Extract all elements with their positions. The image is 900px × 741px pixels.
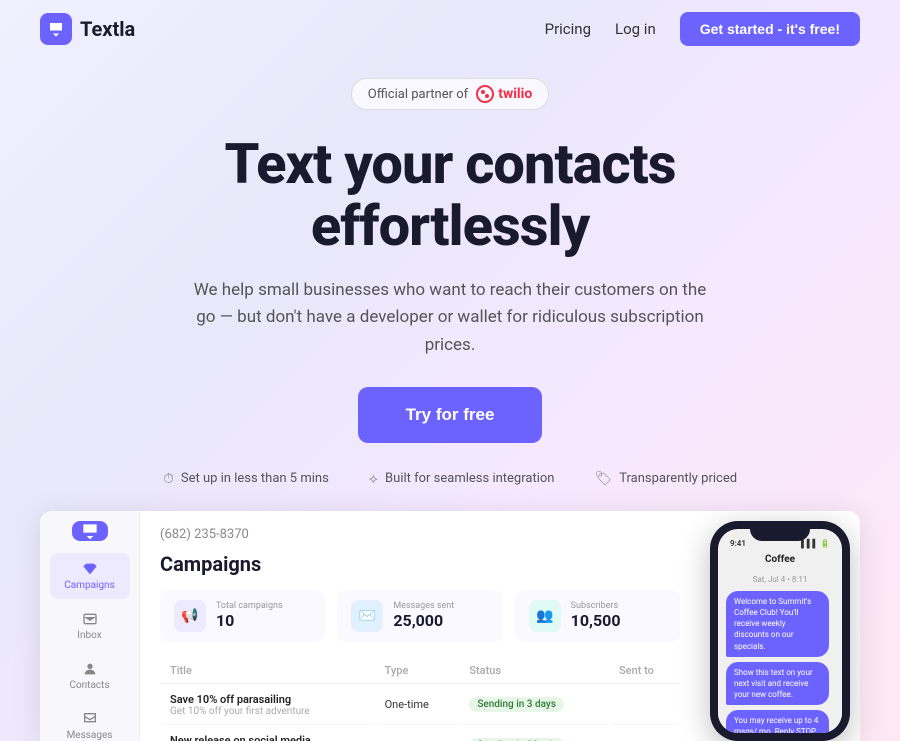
logo-icon <box>40 13 72 45</box>
row2-title: New release on social media Our new YouT… <box>162 727 375 741</box>
hero-cta-button[interactable]: Try for free <box>358 387 543 443</box>
phone-date: Sat, Jul 4 • 8:11 <box>726 575 834 584</box>
campaigns-title: Campaigns <box>160 552 680 576</box>
feature-integration: ⟡ Built for seamless integration <box>369 471 555 487</box>
dash-logo-icon <box>72 521 108 541</box>
messages-stat-icon: ✉️ <box>351 600 383 632</box>
tag-icon: 🏷 <box>594 471 612 487</box>
row1-title: Save 10% off parasailing Get 10% off you… <box>162 686 375 725</box>
sidebar-contacts-label: Contacts <box>69 680 109 691</box>
sidebar-item-inbox[interactable]: Inbox <box>50 603 130 649</box>
table-row: Save 10% off parasailing Get 10% off you… <box>162 686 678 725</box>
twilio-logo: twilio <box>476 85 532 103</box>
campaigns-stat-icon: 📢 <box>174 600 206 632</box>
hero-title: Text your contacts effortlessly <box>40 134 860 257</box>
partner-name: twilio <box>498 86 532 102</box>
hero-title-line1: Text your contacts <box>225 131 676 197</box>
chat-message-2: Show this text on your next visit and re… <box>726 662 829 706</box>
dashboard-sidebar: Campaigns Inbox Contacts Messages Keywor… <box>40 511 140 741</box>
phone-screen: 9:41 ▌▌▌ 🔋 Coffee Sat, Jul 4 • 8:11 Welc… <box>718 529 842 733</box>
stat-subscribers-info: Subscribers 10,500 <box>571 601 621 630</box>
feature-setup: ⏱ Set up in less than 5 mins <box>163 471 329 487</box>
partner-badge: Official partner of twilio <box>351 78 550 110</box>
stat-campaigns-value: 10 <box>216 611 283 630</box>
stat-messages-label: Messages sent <box>393 601 454 611</box>
table-body: Save 10% off parasailing Get 10% off you… <box>162 686 678 741</box>
twilio-circle-icon <box>476 85 494 103</box>
hero-section: Official partner of twilio Text your con… <box>0 58 900 487</box>
integration-icon: ⟡ <box>369 471 378 487</box>
logo-text: Textla <box>80 17 135 41</box>
col-title: Title <box>162 660 375 684</box>
phone-chat: Sat, Jul 4 • 8:11 Welcome to Summit's Co… <box>718 569 842 733</box>
phone-notch <box>750 529 810 541</box>
row2-type: Recurring <box>377 727 460 741</box>
sidebar-item-messages[interactable]: Messages <box>50 703 130 741</box>
stat-subscribers-value: 10,500 <box>571 611 621 630</box>
clock-icon: ⏱ <box>163 471 174 487</box>
phone-mockup: 9:41 ▌▌▌ 🔋 Coffee Sat, Jul 4 • 8:11 Welc… <box>700 511 860 741</box>
phone-number: (682) 235-8370 <box>160 527 680 542</box>
partner-prefix: Official partner of <box>368 87 468 102</box>
row2-status: Sending in 30 min <box>461 727 609 741</box>
col-type: Type <box>377 660 460 684</box>
nav-cta-button[interactable]: Get started - it's free! <box>680 12 860 46</box>
phone-outer: 9:41 ▌▌▌ 🔋 Coffee Sat, Jul 4 • 8:11 Welc… <box>710 521 850 741</box>
feature-setup-label: Set up in less than 5 mins <box>181 471 329 486</box>
row2-sent-to: 18,100 <box>611 727 678 741</box>
col-sent-to: Sent to <box>611 660 678 684</box>
sidebar-inbox-label: Inbox <box>77 630 101 641</box>
campaigns-table: Title Type Status Sent to Save 10% off p… <box>160 658 680 741</box>
table-row: New release on social media Our new YouT… <box>162 727 678 741</box>
phone-chat-name: Coffee <box>718 552 842 569</box>
feature-pricing: 🏷 Transparently priced <box>594 471 737 487</box>
sidebar-item-contacts[interactable]: Contacts <box>50 653 130 699</box>
dashboard-main: (682) 235-8370 Campaigns 📢 Total campaig… <box>140 511 700 741</box>
sidebar-item-campaigns[interactable]: Campaigns <box>50 553 130 599</box>
sidebar-campaigns-label: Campaigns <box>64 580 115 591</box>
dashboard-preview: Campaigns Inbox Contacts Messages Keywor… <box>40 511 860 741</box>
hero-title-line2: effortlessly <box>311 193 589 259</box>
phone-signal-icon: ▌▌▌ 🔋 <box>801 539 830 548</box>
sidebar-messages-label: Messages <box>67 730 113 741</box>
feature-pricing-label: Transparently priced <box>619 471 737 486</box>
table-header: Title Type Status Sent to <box>162 660 678 684</box>
phone-time: 9:41 <box>730 539 746 548</box>
row1-type: One-time <box>377 686 460 725</box>
subscribers-stat-icon: 👥 <box>529 600 561 632</box>
col-status: Status <box>461 660 609 684</box>
stat-subscribers: 👥 Subscribers 10,500 <box>515 590 680 642</box>
chat-message-1: Welcome to Summit's Coffee Club! You'll … <box>726 591 829 657</box>
logo: Textla <box>40 13 135 45</box>
nav-pricing[interactable]: Pricing <box>545 20 591 38</box>
row1-sent-to <box>611 686 678 725</box>
nav-login[interactable]: Log in <box>615 20 656 38</box>
stat-total-campaigns: 📢 Total campaigns 10 <box>160 590 325 642</box>
stat-campaigns-info: Total campaigns 10 <box>216 601 283 630</box>
header: Textla Pricing Log in Get started - it's… <box>0 0 900 58</box>
stat-subscribers-label: Subscribers <box>571 601 621 611</box>
chat-message-3: You may receive up to 4 msgs/ mo. Reply … <box>726 710 829 733</box>
row1-status: Sending in 3 days <box>461 686 609 725</box>
stat-messages-value: 25,000 <box>393 611 454 630</box>
stat-messages-sent: ✉️ Messages sent 25,000 <box>337 590 502 642</box>
stat-campaigns-label: Total campaigns <box>216 601 283 611</box>
hero-subtitle: We help small businesses who want to rea… <box>190 277 710 359</box>
features-row: ⏱ Set up in less than 5 mins ⟡ Built for… <box>40 471 860 487</box>
feature-integration-label: Built for seamless integration <box>385 471 554 486</box>
stats-row: 📢 Total campaigns 10 ✉️ Messages sent 25… <box>160 590 680 642</box>
main-nav: Pricing Log in Get started - it's free! <box>545 12 860 46</box>
stat-messages-info: Messages sent 25,000 <box>393 601 454 630</box>
